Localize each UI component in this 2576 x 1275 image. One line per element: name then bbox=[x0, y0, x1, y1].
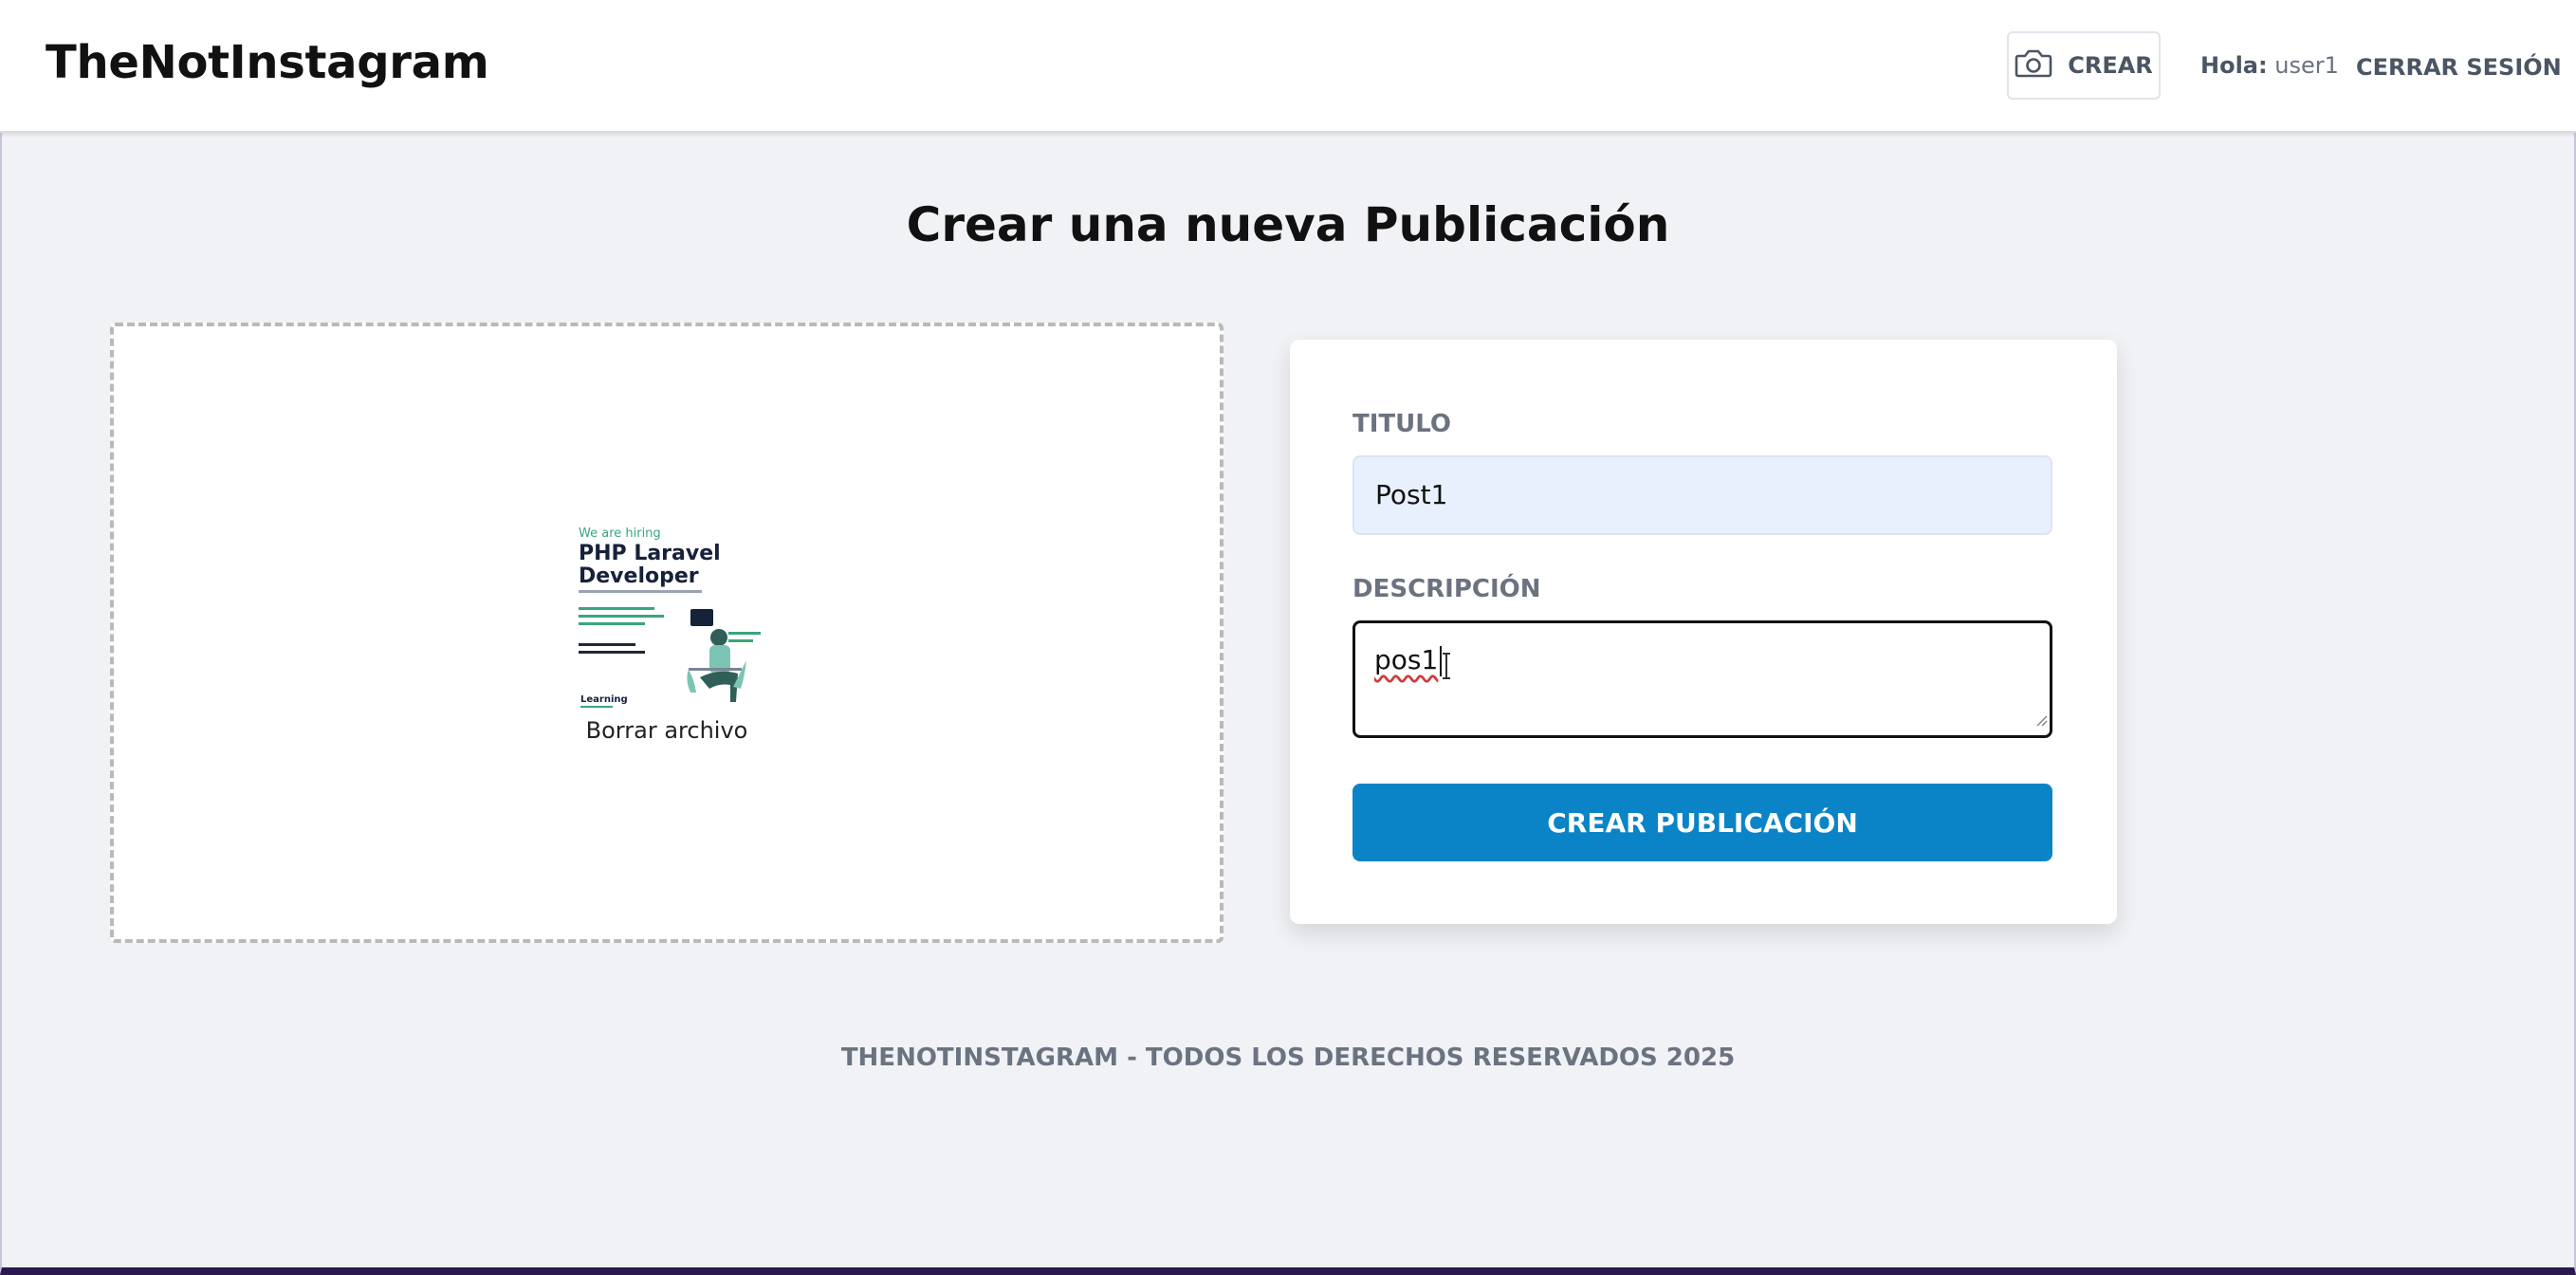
description-textarea[interactable]: pos1 bbox=[1352, 620, 2052, 738]
camera-icon bbox=[2015, 47, 2052, 83]
preview-tagline: We are hiring bbox=[579, 527, 661, 541]
remove-file-link[interactable]: Borrar archivo bbox=[114, 717, 1220, 744]
create-publication-button[interactable]: CREAR PUBLICACIÓN bbox=[1352, 784, 2052, 861]
top-navbar: TheNotInstagram CREAR Hola: user1 CERRAR… bbox=[0, 0, 2576, 133]
page-title: Crear una nueva Publicación bbox=[906, 197, 1670, 252]
title-input[interactable]: Post1 bbox=[1352, 455, 2052, 535]
ibeam-cursor-icon bbox=[1441, 652, 1452, 687]
preview-heading-line2: Developer bbox=[579, 564, 699, 588]
description-label: DESCRIPCIÓN bbox=[1352, 575, 1541, 603]
user-greeting: Hola: user1 bbox=[2200, 52, 2339, 79]
resize-handle-icon[interactable] bbox=[2034, 702, 2048, 733]
create-button-label: CREAR bbox=[2068, 52, 2153, 79]
description-text: pos1 bbox=[1374, 644, 1439, 675]
preview-heading-line1: PHP Laravel bbox=[579, 542, 721, 565]
create-post-button[interactable]: CREAR bbox=[2007, 31, 2161, 100]
image-dropzone[interactable]: We are hiring PHP Laravel Developer Lear… bbox=[110, 323, 1224, 943]
username: user1 bbox=[2274, 52, 2339, 79]
title-label: TITULO bbox=[1352, 410, 1451, 438]
app-logo[interactable]: TheNotInstagram bbox=[46, 36, 489, 89]
image-preview-thumbnail: We are hiring PHP Laravel Developer Lear… bbox=[577, 526, 766, 711]
greeting-label: Hola: bbox=[2200, 52, 2268, 79]
footer-copyright: THENOTINSTAGRAM - TODOS LOS DERECHOS RES… bbox=[840, 1044, 1736, 1072]
logout-button[interactable]: CERRAR SESIÓN bbox=[2356, 54, 2562, 81]
preview-brand: Learning bbox=[580, 694, 628, 705]
create-post-form: TITULO Post1 DESCRIPCIÓN pos1 CREAR PUBL… bbox=[1290, 340, 2117, 924]
